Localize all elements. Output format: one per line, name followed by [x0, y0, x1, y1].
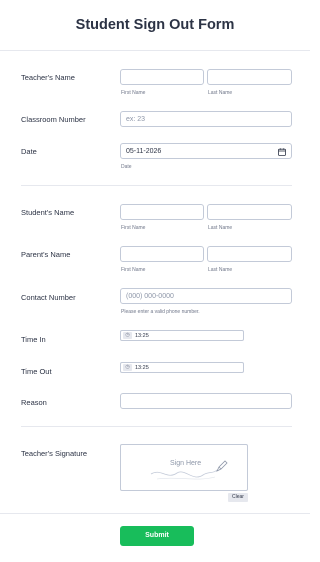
- time-out-input[interactable]: ◷ 13:25: [120, 362, 244, 373]
- section-divider: [21, 185, 292, 186]
- clock-icon: ◷: [123, 332, 132, 339]
- date-sublabel: Date: [121, 164, 132, 170]
- form-title: Student Sign Out Form: [75, 17, 235, 33]
- parent-first-name-input[interactable]: [120, 246, 204, 262]
- date-value: 05-11-2026: [126, 147, 162, 155]
- parent-last-name-input[interactable]: [207, 246, 292, 262]
- student-first-name-input[interactable]: [120, 204, 204, 220]
- student-name-label: Student's Name: [21, 208, 75, 217]
- time-in-input[interactable]: ◷ 13:25: [120, 330, 244, 341]
- parent-name-label: Parent's Name: [21, 250, 71, 259]
- section-divider: [21, 426, 292, 427]
- classroom-number-input[interactable]: ex: 23: [120, 111, 292, 127]
- contact-number-sublabel: Please enter a valid phone number.: [121, 309, 200, 315]
- clear-signature-button[interactable]: Clear: [228, 493, 248, 502]
- teacher-last-name-sublabel: Last Name: [208, 90, 233, 96]
- contact-number-label: Contact Number: [21, 293, 76, 302]
- time-out-label: Time Out: [21, 367, 52, 376]
- teacher-name-label: Teacher's Name: [21, 73, 75, 82]
- signature-pad[interactable]: Sign Here: [120, 444, 248, 491]
- signature-label: Teacher's Signature: [21, 449, 88, 458]
- parent-last-name-sublabel: Last Name: [208, 267, 233, 273]
- form-header: Student Sign Out Form: [0, 0, 310, 51]
- date-label: Date: [21, 147, 37, 156]
- reason-label: Reason: [21, 398, 47, 407]
- contact-number-placeholder: (000) 000-0000: [126, 292, 174, 300]
- form-footer-divider: [0, 513, 310, 514]
- student-first-name-sublabel: First Name: [121, 225, 146, 231]
- reason-input[interactable]: [120, 393, 292, 409]
- student-last-name-input[interactable]: [207, 204, 292, 220]
- pen-icon: [216, 460, 228, 472]
- teacher-first-name-input[interactable]: [120, 69, 204, 85]
- classroom-number-placeholder: ex: 23: [126, 115, 146, 123]
- time-in-label: Time In: [21, 335, 46, 344]
- parent-first-name-sublabel: First Name: [121, 267, 146, 273]
- student-last-name-sublabel: Last Name: [208, 225, 233, 231]
- calendar-icon[interactable]: [278, 147, 286, 156]
- classroom-number-label: Classroom Number: [21, 115, 86, 124]
- date-input[interactable]: 05-11-2026: [120, 143, 292, 159]
- submit-button[interactable]: Submit: [120, 526, 194, 546]
- contact-number-input[interactable]: (000) 000-0000: [120, 288, 292, 304]
- teacher-last-name-input[interactable]: [207, 69, 292, 85]
- clock-icon: ◷: [123, 364, 132, 371]
- time-in-value: 13:25: [135, 332, 149, 339]
- time-out-value: 13:25: [135, 364, 149, 371]
- teacher-first-name-sublabel: First Name: [121, 90, 146, 96]
